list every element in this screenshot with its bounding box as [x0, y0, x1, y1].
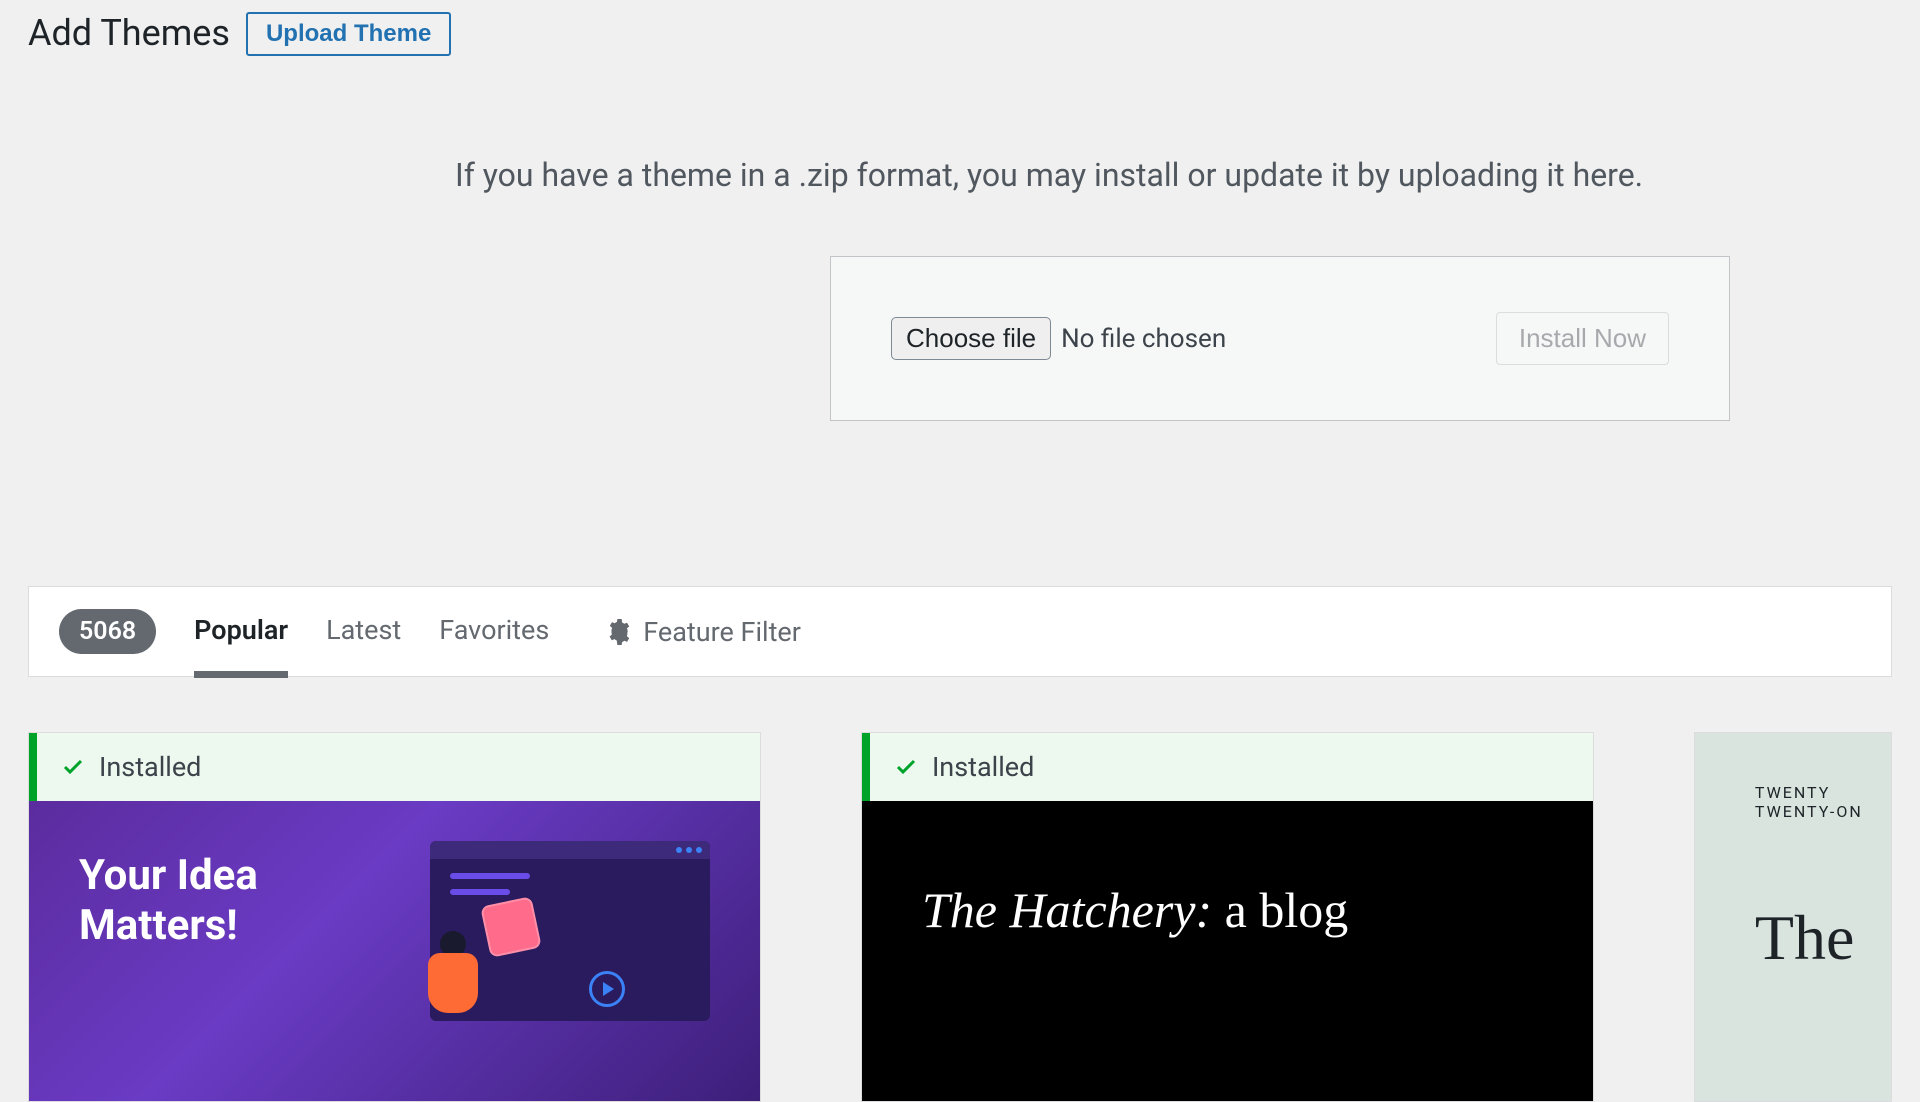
page-title: Add Themes	[28, 12, 230, 55]
tab-popular[interactable]: Popular	[194, 614, 288, 650]
install-now-button[interactable]: Install Now	[1496, 312, 1669, 365]
theme-card-twentytwentyone[interactable]: TWENTY TWENTY-ON The	[1694, 732, 1892, 1102]
theme-preview-title: The	[1755, 901, 1871, 975]
check-icon	[61, 755, 85, 779]
theme-preview: TWENTY TWENTY-ON The	[1695, 733, 1891, 975]
upload-instructions: If you have a theme in a .zip format, yo…	[30, 156, 1890, 194]
upload-theme-button[interactable]: Upload Theme	[246, 12, 451, 56]
theme-preview: The Hatchery: a blog	[862, 801, 1593, 1101]
filter-bar: 5068 Popular Latest Favorites Feature Fi…	[28, 586, 1892, 677]
themes-grid: Installed Your Idea Matters!	[0, 677, 1920, 1102]
check-icon	[894, 755, 918, 779]
theme-card-hatchery[interactable]: Installed The Hatchery: a blog	[861, 732, 1594, 1102]
upload-box: Choose file No file chosen Install Now	[830, 256, 1730, 421]
theme-card-astra[interactable]: Installed Your Idea Matters!	[28, 732, 761, 1102]
tab-favorites[interactable]: Favorites	[439, 614, 549, 650]
theme-count-badge: 5068	[59, 609, 156, 654]
theme-preview-title: Your Idea Matters!	[79, 851, 379, 1101]
installed-label: Installed	[932, 751, 1034, 783]
installed-badge: Installed	[29, 733, 760, 801]
installed-label: Installed	[99, 751, 201, 783]
theme-preview-label: TWENTY TWENTY-ON	[1755, 783, 1871, 821]
upload-section: If you have a theme in a .zip format, yo…	[0, 156, 1920, 421]
installed-badge: Installed	[862, 733, 1593, 801]
theme-preview-graphic	[390, 851, 710, 1101]
feature-filter-button[interactable]: Feature Filter	[605, 616, 801, 648]
gear-icon	[605, 619, 631, 645]
tab-latest[interactable]: Latest	[326, 614, 401, 650]
file-status-text: No file chosen	[1061, 324, 1226, 354]
feature-filter-label: Feature Filter	[643, 616, 801, 648]
theme-preview: Your Idea Matters!	[29, 801, 760, 1101]
choose-file-button[interactable]: Choose file	[891, 317, 1051, 360]
theme-preview-title: The Hatchery: a blog	[922, 881, 1533, 939]
